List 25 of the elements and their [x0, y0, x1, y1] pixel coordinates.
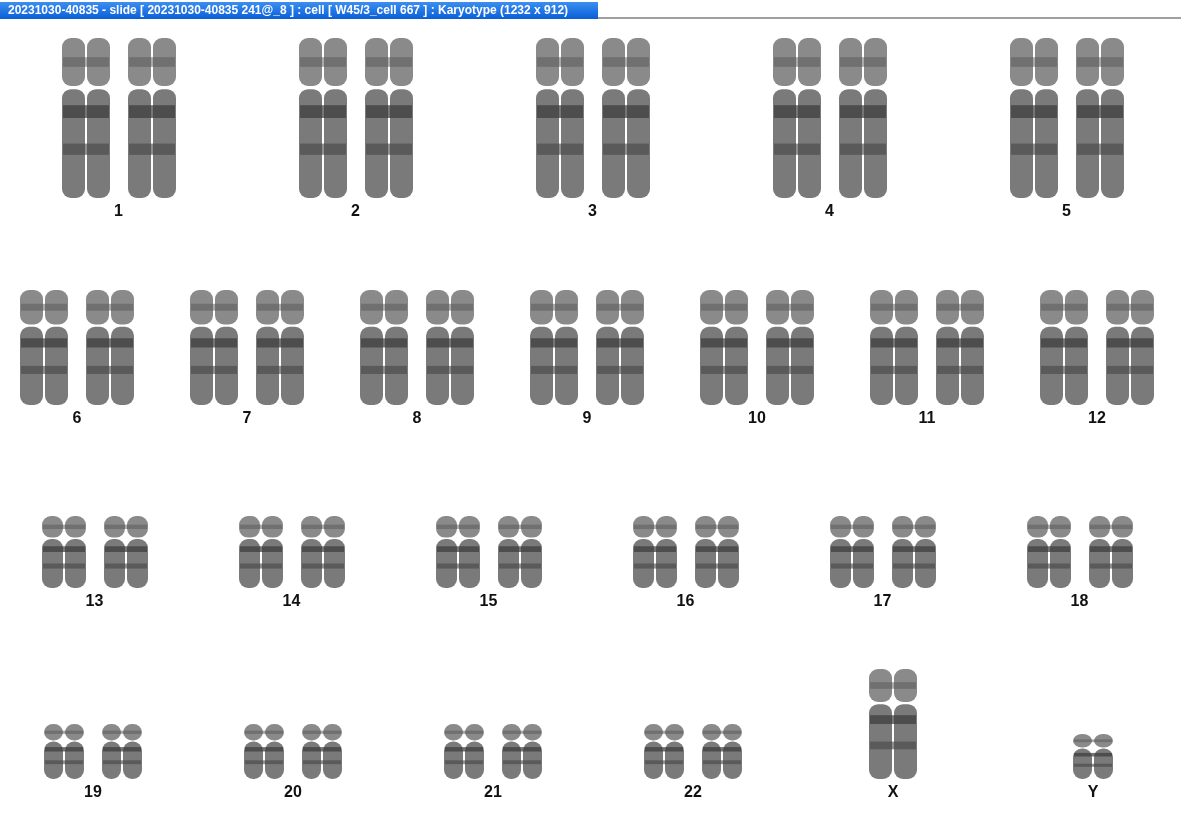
- chromosome-label: 6: [72, 409, 82, 427]
- chromosome-label: 16: [676, 592, 695, 610]
- chromosome-label: 17: [873, 592, 892, 610]
- chromosome-label: 11: [918, 409, 936, 427]
- chromosome-label: X: [887, 783, 899, 801]
- chromosome-label: 15: [479, 592, 498, 610]
- chromosome-label: 22: [684, 783, 702, 801]
- chromosome-label: 7: [242, 409, 252, 427]
- chromosome-label: 9: [582, 409, 592, 427]
- chromosome-label: 20: [284, 783, 302, 801]
- chromosome-label: 1: [114, 202, 123, 220]
- chromosome-label: 21: [484, 783, 502, 801]
- chromosome-label: 4: [825, 202, 834, 220]
- chromosome-label: 14: [282, 592, 301, 610]
- chromosome-label: 8: [412, 409, 422, 427]
- chromosome-label: 5: [1062, 202, 1071, 220]
- chromosome-label: 2: [351, 202, 360, 220]
- chromosome-label: 13: [85, 592, 104, 610]
- chromosome-label: 19: [84, 783, 102, 801]
- chromosome-label: Y: [1087, 783, 1099, 801]
- window-title: 20231030-40835 - slide [ 20231030-40835 241@_8 ] : cell [ W45/3_cell 667 ] : Karyotype (1232 x 912): [0, 2, 598, 19]
- chromosome-label: 3: [588, 202, 597, 220]
- chromosome-label: 18: [1070, 592, 1089, 610]
- chromosome-label: 10: [748, 409, 766, 427]
- chromosome-label: 12: [1088, 409, 1106, 427]
